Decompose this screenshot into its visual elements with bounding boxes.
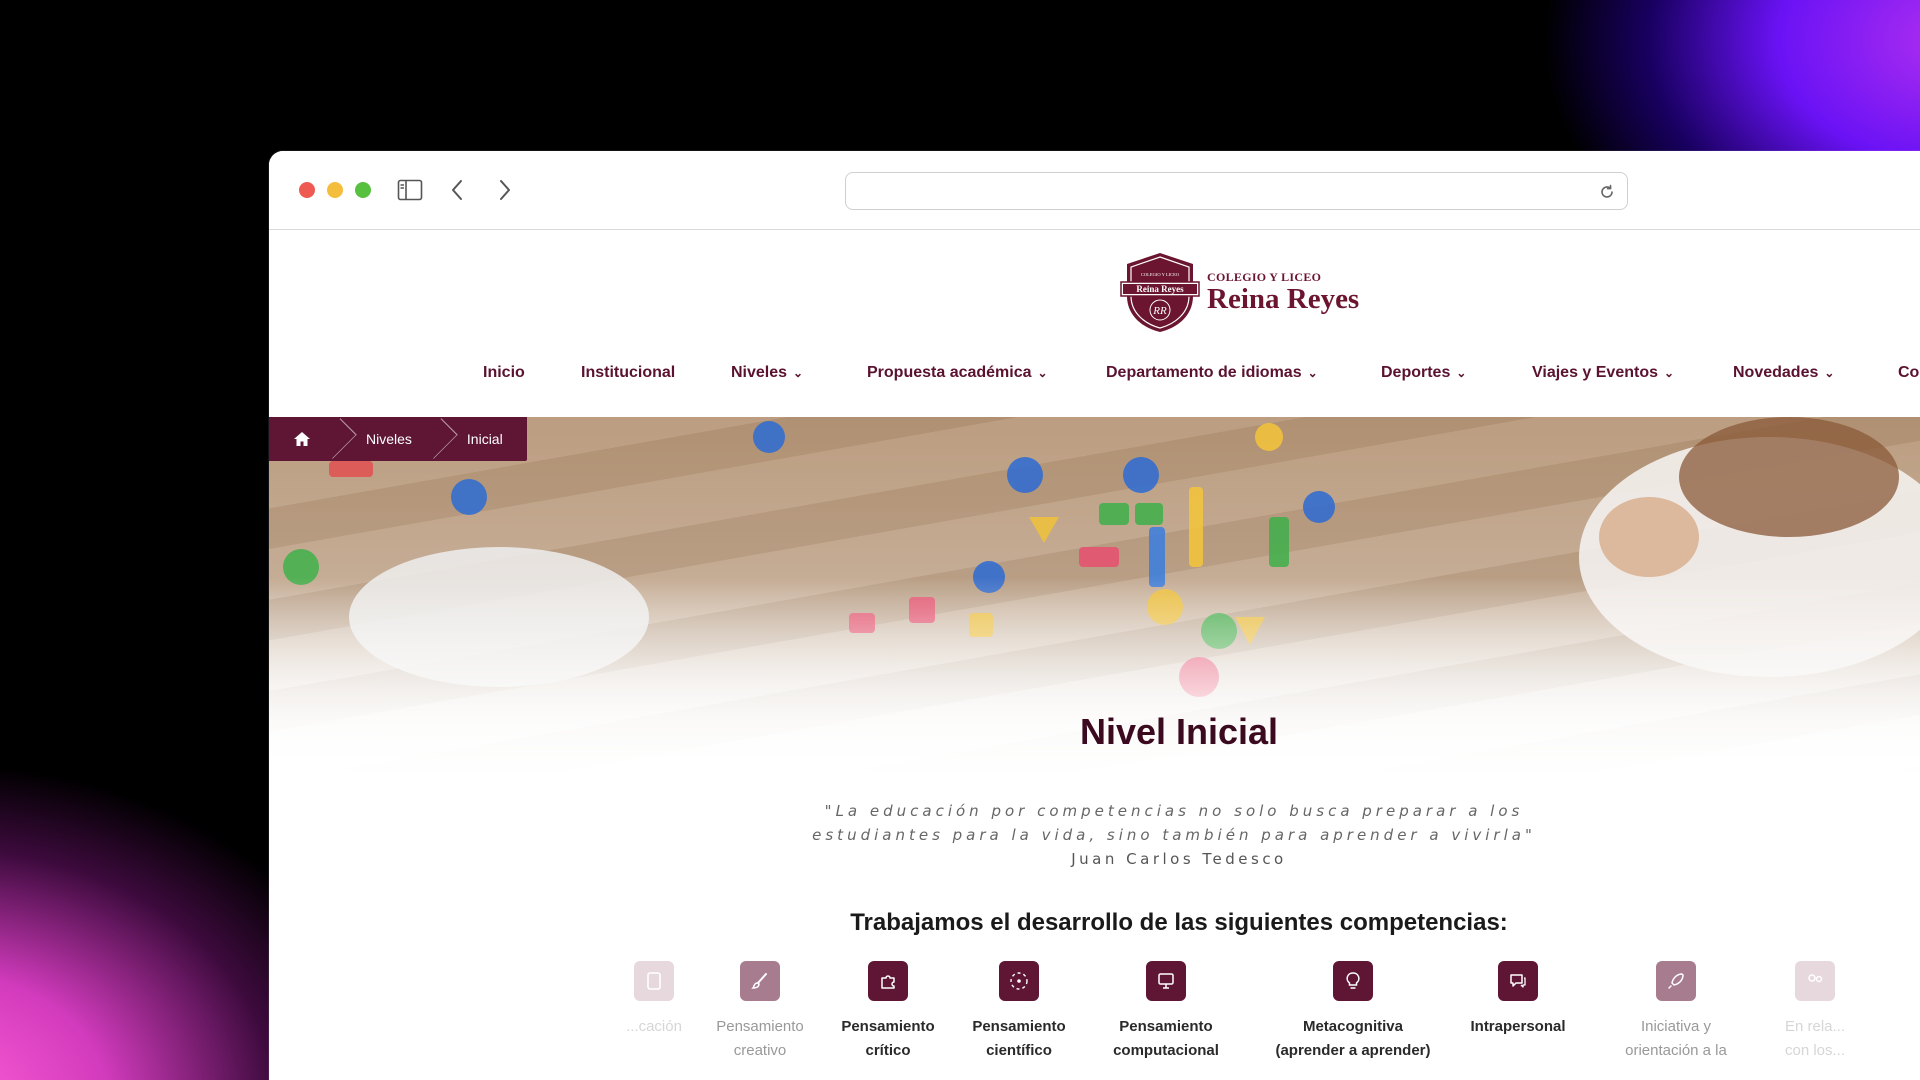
competency-item[interactable]: Pensamiento científico — [949, 961, 1089, 1063]
minimize-window-button[interactable] — [327, 182, 343, 198]
close-window-button[interactable] — [299, 182, 315, 198]
logo-title: Reina Reyes — [1207, 283, 1360, 315]
forward-icon[interactable] — [490, 175, 520, 205]
main-navigation: Inicio Institucional Niveles ⌄ Propuesta … — [269, 364, 1920, 384]
site-logo[interactable]: Reina Reyes COLEGIO Y LICEO RR COLEGIO Y… — [1119, 250, 1359, 334]
competency-label-line1: En rela... — [1784, 1018, 1846, 1035]
svg-text:Reina Reyes: Reina Reyes — [1136, 284, 1184, 294]
chevron-down-icon: ⌄ — [1307, 366, 1318, 380]
window-controls — [299, 182, 371, 198]
monitor-icon — [1146, 961, 1186, 1001]
nav-item-departamento-idiomas[interactable]: Departamento de idiomas ⌄ — [1106, 364, 1318, 382]
url-input[interactable] — [846, 173, 1549, 209]
svg-text:COLEGIO Y LICEO: COLEGIO Y LICEO — [1141, 272, 1180, 277]
puzzle-icon — [868, 961, 908, 1001]
home-icon — [294, 432, 310, 446]
competency-label-line2: orientación a la — [1625, 1042, 1727, 1059]
nav-item-deportes[interactable]: Deportes ⌄ — [1381, 364, 1466, 382]
quote-text: "La educación por competencias no solo b… — [812, 802, 1536, 844]
competency-item[interactable]: Iniciativa y orientación a la — [1606, 961, 1746, 1063]
breadcrumb: Niveles Inicial — [269, 417, 527, 461]
browser-toolbar — [269, 151, 1920, 230]
competency-label-line2: computacional — [1113, 1042, 1219, 1059]
competency-label-line2: creativo — [733, 1042, 787, 1059]
competency-item[interactable]: Metacognitiva (aprender a aprender) — [1268, 961, 1438, 1063]
reload-icon[interactable] — [1597, 182, 1617, 202]
zoom-window-button[interactable] — [355, 182, 371, 198]
rocket-icon — [1656, 961, 1696, 1001]
logo-wordmark: COLEGIO Y LICEO Reina Reyes — [1207, 270, 1359, 314]
chevron-down-icon: ⌄ — [1037, 366, 1048, 380]
competency-label-line1: Pensamiento — [841, 1018, 935, 1035]
nav-item-inicio[interactable]: Inicio — [483, 364, 525, 382]
nav-item-contacto[interactable]: Co — [1898, 364, 1919, 382]
chevron-down-icon: ⌄ — [1664, 366, 1675, 380]
competencies-carousel[interactable]: ...cación Pensamiento creativo Pensamient… — [269, 961, 1920, 1080]
site-header: Reina Reyes COLEGIO Y LICEO RR COLEGIO Y… — [269, 230, 1920, 417]
competency-label-line1: Pensamiento — [1119, 1018, 1213, 1035]
page-title: Nivel Inicial — [1079, 711, 1279, 752]
back-icon[interactable] — [442, 175, 472, 205]
people-icon — [1795, 961, 1835, 1001]
lightbulb-icon — [1333, 961, 1373, 1001]
competency-label-line2: científico — [986, 1042, 1052, 1059]
competency-label-line1: Pensamiento — [716, 1018, 804, 1035]
chat-icon — [1498, 961, 1538, 1001]
document-icon — [634, 961, 674, 1001]
competencies-heading: Trabajamos el desarrollo de las siguient… — [850, 909, 1508, 936]
competency-item[interactable]: Intrapersonal — [1448, 961, 1588, 1039]
competency-label-line2: con los... — [1784, 1042, 1846, 1059]
logo-subtitle: COLEGIO Y LICEO — [1207, 270, 1322, 284]
chevron-down-icon: ⌄ — [1824, 366, 1835, 380]
brush-icon — [740, 961, 780, 1001]
competency-label-line2: (aprender a aprender) — [1275, 1042, 1431, 1059]
competency-item[interactable]: Pensamiento computacional — [1096, 961, 1236, 1063]
school-crest-icon: Reina Reyes COLEGIO Y LICEO RR — [1120, 253, 1200, 332]
nav-item-institucional[interactable]: Institucional — [581, 364, 675, 382]
breadcrumb-item-inicial: Inicial — [466, 431, 503, 447]
nav-item-propuesta-academica[interactable]: Propuesta académica ⌄ — [867, 364, 1048, 382]
competency-label-line1: ...cación — [626, 1018, 682, 1035]
competency-item[interactable]: En rela... con los... — [1745, 961, 1885, 1063]
competency-label-line1: Pensamiento — [972, 1018, 1066, 1035]
nav-item-novedades[interactable]: Novedades ⌄ — [1733, 364, 1834, 382]
quote-author: Juan Carlos Tedesco — [1071, 850, 1287, 868]
competency-label-line2: crítico — [865, 1042, 911, 1059]
nav-item-viajes-eventos[interactable]: Viajes y Eventos ⌄ — [1532, 364, 1674, 382]
competency-item[interactable]: Pensamiento creativo — [690, 961, 830, 1063]
address-bar[interactable] — [845, 172, 1628, 210]
browser-window: Reina Reyes COLEGIO Y LICEO RR COLEGIO Y… — [269, 151, 1920, 1080]
nav-item-niveles[interactable]: Niveles ⌄ — [731, 364, 803, 382]
competency-label-line1: Iniciativa y — [1640, 1018, 1711, 1035]
competency-label-line1: Intrapersonal — [1470, 1018, 1566, 1035]
sidebar-icon[interactable] — [395, 175, 425, 205]
svg-text:RR: RR — [1152, 305, 1167, 317]
chevron-down-icon: ⌄ — [793, 366, 804, 380]
competency-label-line1: Metacognitiva — [1302, 1018, 1403, 1035]
chevron-down-icon: ⌄ — [1456, 366, 1467, 380]
competency-item[interactable]: Pensamiento crítico — [818, 961, 958, 1063]
atom-icon — [999, 961, 1039, 1001]
hero-banner: Niveles Inicial Nivel Inicial — [269, 417, 1920, 777]
